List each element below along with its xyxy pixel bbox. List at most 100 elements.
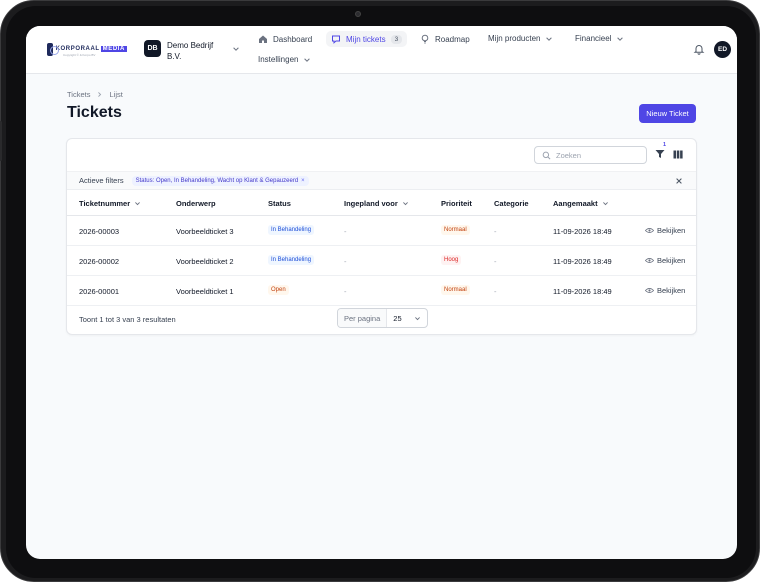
top-navigation: KORPORAAL MEDIA Copyright © & Korpo BV DB… bbox=[26, 26, 737, 74]
column-created-label: Aangemaakt bbox=[553, 199, 598, 208]
lightbulb-icon bbox=[421, 34, 429, 44]
bell-icon[interactable] bbox=[693, 43, 705, 55]
column-ticketnumber-label: Ticketnummer bbox=[79, 199, 131, 208]
home-icon bbox=[259, 35, 267, 43]
nav-roadmap[interactable]: Roadmap bbox=[420, 34, 470, 44]
eye-icon bbox=[645, 258, 654, 263]
column-status-label: Status bbox=[268, 199, 291, 208]
status-badge: Open bbox=[268, 285, 289, 295]
eye-icon bbox=[645, 228, 654, 233]
chevron-down-icon bbox=[602, 202, 608, 206]
ticket-number: 2026-00003 bbox=[79, 227, 120, 236]
priority-badge: Hoog bbox=[441, 255, 462, 265]
column-planned[interactable]: Ingepland voor bbox=[344, 199, 409, 208]
breadcrumb-current: Lijst bbox=[109, 90, 123, 99]
per-page-value[interactable]: 25 bbox=[387, 314, 427, 323]
chevron-down-icon bbox=[135, 202, 141, 206]
breadcrumb-root[interactable]: Tickets bbox=[67, 90, 90, 99]
nav-tickets[interactable]: Mijn tickets 3 bbox=[326, 31, 408, 47]
results-summary: Toont 1 tot 3 van 3 resultaten bbox=[79, 315, 176, 324]
search-box[interactable] bbox=[534, 146, 647, 164]
logo-subtitle: Copyright © & Korpo BV bbox=[63, 53, 96, 57]
nav-products-label: Mijn producten bbox=[488, 34, 541, 43]
nav-products[interactable]: Mijn producten bbox=[488, 34, 558, 43]
chevron-down-icon bbox=[304, 57, 311, 62]
eye-icon bbox=[645, 288, 654, 293]
close-icon[interactable] bbox=[675, 177, 683, 185]
brand-logo[interactable]: KORPORAAL MEDIA Copyright © & Korpo BV bbox=[47, 42, 127, 57]
column-category: Categorie bbox=[494, 199, 529, 208]
status-filter-chip[interactable]: Status: Open, In Behandeling, Wacht op K… bbox=[131, 175, 309, 186]
logo-text: KORPORAAL MEDIA bbox=[55, 46, 127, 52]
company-switcher[interactable]: DB Demo Bedrijf B.V. bbox=[144, 40, 239, 62]
status-filter-text: Status: Open, In Behandeling, Wacht op K… bbox=[135, 177, 299, 184]
nav-settings-label: Instellingen bbox=[258, 55, 299, 64]
chevron-down-icon bbox=[546, 36, 553, 41]
side-button bbox=[0, 121, 2, 161]
nav-roadmap-label: Roadmap bbox=[435, 34, 470, 44]
nav-tickets-label: Mijn tickets bbox=[346, 34, 386, 44]
ticket-category: - bbox=[494, 227, 497, 236]
view-ticket-label: Bekijken bbox=[657, 286, 686, 295]
chevron-down-icon bbox=[415, 316, 421, 320]
ticket-category: - bbox=[494, 257, 497, 266]
nav-settings[interactable]: Instellingen bbox=[258, 55, 316, 64]
company-name: Demo Bedrijf B.V. bbox=[167, 41, 214, 61]
table-row[interactable]: 2026-00003 Voorbeeldticket 3 In Behandel… bbox=[67, 216, 696, 246]
column-priority-label: Prioriteit bbox=[441, 199, 472, 208]
chevron-down-icon bbox=[617, 36, 624, 41]
new-ticket-button[interactable]: Nieuw Ticket bbox=[639, 104, 696, 123]
ticket-planned: - bbox=[344, 257, 347, 266]
filter-icon[interactable] bbox=[655, 149, 665, 159]
nav-dashboard[interactable]: Dashboard bbox=[258, 34, 312, 44]
per-page-value-text: 25 bbox=[393, 313, 402, 323]
nav-financial-label: Financieel bbox=[575, 34, 612, 43]
chevron-right-icon bbox=[98, 92, 102, 97]
active-filters-label: Actieve filters bbox=[79, 176, 124, 185]
column-created[interactable]: Aangemaakt bbox=[553, 199, 609, 208]
ticket-created: 11-09-2026 18:49 bbox=[553, 227, 612, 236]
view-ticket-label: Bekijken bbox=[657, 226, 686, 235]
ticket-created: 11-09-2026 18:49 bbox=[553, 257, 612, 266]
ticket-subject: Voorbeeldticket 3 bbox=[176, 227, 234, 236]
search-input[interactable] bbox=[556, 150, 636, 160]
nav-dashboard-label: Dashboard bbox=[273, 34, 313, 44]
page-title: Tickets bbox=[67, 104, 122, 121]
ticket-planned: - bbox=[344, 287, 347, 296]
tablet-frame: KORPORAAL MEDIA Copyright © & Korpo BV DB… bbox=[0, 0, 760, 582]
ticket-number: 2026-00002 bbox=[79, 257, 120, 266]
view-ticket-label: Bekijken bbox=[657, 256, 686, 265]
chevron-down-icon bbox=[233, 47, 239, 51]
priority-badge: Normaal bbox=[441, 225, 470, 235]
status-badge: In Behandeling bbox=[268, 255, 315, 265]
ticket-planned: - bbox=[344, 227, 347, 236]
nav-financial[interactable]: Financieel bbox=[575, 34, 629, 43]
view-ticket-link[interactable]: Bekijken bbox=[645, 226, 685, 235]
tickets-table-card: 1 Actieve filters Status: Open, In Behan… bbox=[66, 138, 697, 335]
column-ticketnumber[interactable]: Ticketnummer bbox=[79, 199, 141, 208]
active-filters-bar: Actieve filters Status: Open, In Behande… bbox=[67, 171, 696, 190]
nav-tickets-count: 3 bbox=[390, 34, 403, 44]
table-row[interactable]: 2026-00001 Voorbeeldticket 1 Open - Norm… bbox=[67, 276, 696, 306]
chevron-down-icon bbox=[402, 202, 408, 206]
column-category-label: Categorie bbox=[494, 199, 529, 208]
view-ticket-link[interactable]: Bekijken bbox=[645, 286, 685, 295]
remove-filter-icon[interactable]: × bbox=[301, 178, 305, 184]
view-ticket-link[interactable]: Bekijken bbox=[645, 256, 685, 265]
column-priority: Prioriteit bbox=[441, 199, 472, 208]
column-status: Status bbox=[268, 199, 291, 208]
table-row[interactable]: 2026-00002 Voorbeeldticket 2 In Behandel… bbox=[67, 246, 696, 276]
app-screen: KORPORAAL MEDIA Copyright © & Korpo BV DB… bbox=[26, 26, 737, 559]
chat-icon bbox=[332, 35, 340, 44]
column-planned-label: Ingepland voor bbox=[344, 199, 398, 208]
status-badge: In Behandeling bbox=[268, 225, 315, 235]
columns-icon[interactable] bbox=[673, 150, 683, 159]
search-icon bbox=[542, 151, 551, 159]
ticket-number: 2026-00001 bbox=[79, 287, 120, 296]
user-avatar[interactable]: ED bbox=[714, 41, 731, 58]
table-header: Ticketnummer Onderwerp Status Ingepland … bbox=[67, 190, 696, 216]
column-subject-label: Onderwerp bbox=[176, 199, 216, 208]
filter-count-badge: 1 bbox=[663, 142, 667, 148]
column-subject: Onderwerp bbox=[176, 199, 216, 208]
per-page-select[interactable]: Per pagina 25 bbox=[337, 308, 429, 328]
